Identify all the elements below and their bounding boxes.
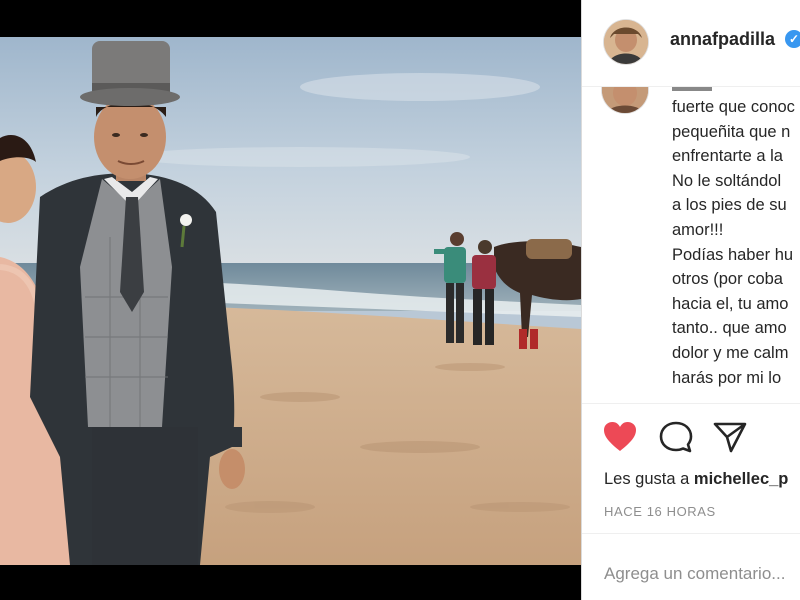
post-header: annafpadilla ✓ xyxy=(582,0,800,87)
post-side-panel: annafpadilla ✓ fuerte que conoc pequeñit… xyxy=(581,0,800,600)
caption-line: otros (por coba xyxy=(672,270,783,289)
caption-text: fuerte que conoc pequeñita que n enfrent… xyxy=(672,95,800,390)
caption-line: Podías haber hu xyxy=(672,245,794,264)
caption-author-avatar[interactable] xyxy=(602,87,648,113)
post-timestamp[interactable]: HACE 16 HORAS xyxy=(604,504,716,519)
caption-line: dolor y me calm xyxy=(672,343,789,362)
add-comment-bar xyxy=(582,533,800,600)
post-actions: Les gusta a michellec_p HACE 16 HORAS xyxy=(582,403,800,534)
caption-line: harás por mi lo xyxy=(672,368,782,387)
caption-line: amor!!! xyxy=(672,220,724,239)
comment-bubble-icon[interactable] xyxy=(658,420,694,454)
caption-line: No le soltándol xyxy=(672,171,782,190)
likes-prefix: Les gusta a xyxy=(604,470,694,488)
author-avatar[interactable] xyxy=(604,20,648,64)
heart-filled-icon[interactable] xyxy=(602,420,638,454)
comment-input[interactable] xyxy=(604,562,800,586)
author-username[interactable]: annafpadilla xyxy=(670,29,775,50)
caption-line: tanto.. que amo xyxy=(672,319,787,338)
clipped-text-fragment xyxy=(672,87,712,91)
verified-badge-icon: ✓ xyxy=(785,30,800,48)
caption-line: pequeñita que n xyxy=(672,122,791,141)
caption-line: hacia el, tu amo xyxy=(672,294,789,313)
caption-line: a los pies de su xyxy=(672,196,787,215)
caption-line: fuerte que conoc xyxy=(672,98,795,116)
caption-line: enfrentarte a la xyxy=(672,147,783,166)
caption-area: fuerte que conoc pequeñita que n enfrent… xyxy=(582,87,800,403)
likes-summary: Les gusta a michellec_p xyxy=(604,470,788,489)
post-photo[interactable] xyxy=(0,37,581,565)
likes-username[interactable]: michellec_p xyxy=(694,470,788,488)
paper-plane-icon[interactable] xyxy=(712,420,748,454)
